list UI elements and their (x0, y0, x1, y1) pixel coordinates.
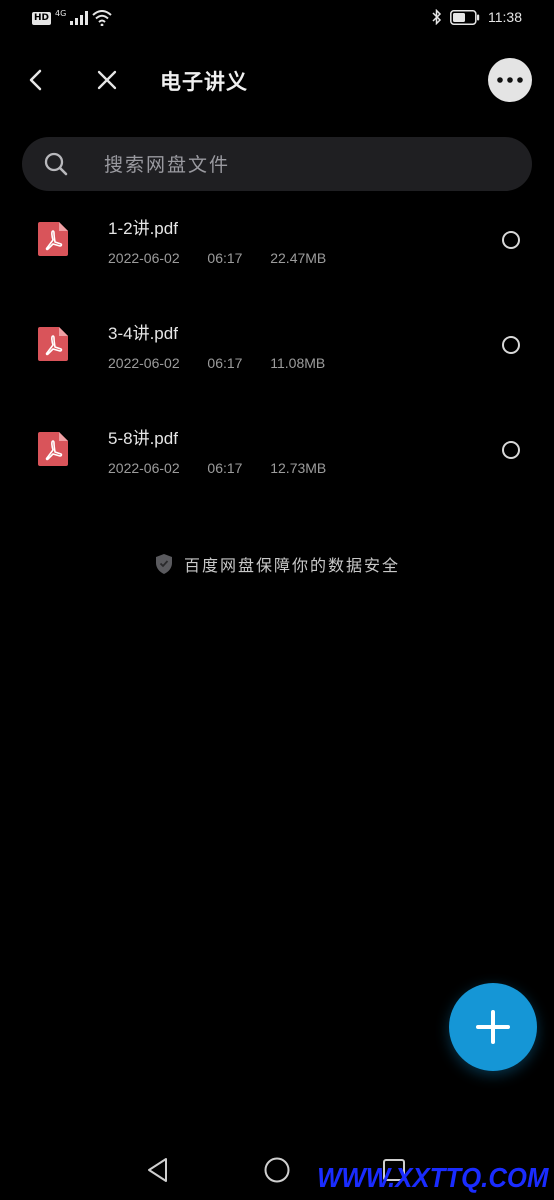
back-button[interactable] (18, 62, 54, 98)
security-note: 百度网盘保障你的数据安全 (0, 552, 554, 579)
search-icon (44, 152, 68, 176)
file-meta: 2022-06-02 06:17 11.08MB (108, 355, 325, 371)
wifi-icon (92, 10, 112, 26)
file-row[interactable]: 5-8讲.pdf 2022-06-02 06:17 12.73MB (0, 410, 554, 515)
file-time: 06:17 (207, 355, 243, 371)
network-type: 4G (55, 8, 67, 18)
more-button[interactable] (488, 58, 532, 102)
chevron-left-icon (29, 69, 42, 91)
plus-icon (476, 1010, 510, 1044)
status-bar: HD 4G 11:38 (0, 0, 554, 38)
hd-badge: HD (32, 11, 52, 25)
status-left: HD 4G (32, 8, 112, 26)
pdf-file-icon (38, 222, 68, 256)
file-date: 2022-06-02 (108, 460, 180, 476)
file-size: 12.73MB (270, 460, 327, 476)
file-name: 3-4讲.pdf (108, 324, 178, 343)
page-title: 电子讲义 (160, 70, 248, 94)
close-button[interactable] (89, 62, 125, 98)
select-radio[interactable] (502, 441, 520, 459)
bluetooth-icon (432, 9, 442, 25)
pdf-file-icon (38, 327, 68, 361)
file-list: 1-2讲.pdf 2022-06-02 06:17 22.47MB 3-4讲.p… (0, 200, 554, 515)
top-app-bar: 电子讲义 (0, 50, 554, 110)
shield-icon (155, 554, 172, 574)
close-icon (97, 70, 117, 90)
file-name: 5-8讲.pdf (108, 429, 178, 448)
file-size: 22.47MB (270, 250, 327, 266)
file-time: 06:17 (207, 460, 243, 476)
status-time: 11:38 (488, 9, 522, 25)
select-radio[interactable] (502, 231, 520, 249)
file-meta: 2022-06-02 06:17 12.73MB (108, 460, 326, 476)
triangle-back-icon (148, 1158, 167, 1182)
file-size: 11.08MB (270, 355, 326, 371)
file-row[interactable]: 3-4讲.pdf 2022-06-02 06:17 11.08MB (0, 305, 554, 410)
status-right: 11:38 (432, 9, 522, 25)
pdf-file-icon (38, 432, 68, 466)
search-bar[interactable] (22, 137, 532, 191)
circle-home-icon (264, 1157, 290, 1183)
file-date: 2022-06-02 (108, 355, 180, 371)
search-input[interactable] (102, 145, 506, 185)
battery-icon (450, 9, 480, 25)
nav-home-button[interactable] (257, 1152, 297, 1188)
file-date: 2022-06-02 (108, 250, 180, 266)
file-meta: 2022-06-02 06:17 22.47MB (108, 250, 326, 266)
file-row[interactable]: 1-2讲.pdf 2022-06-02 06:17 22.47MB (0, 200, 554, 305)
file-time: 06:17 (207, 250, 243, 266)
security-text: 百度网盘保障你的数据安全 (183, 556, 400, 575)
signal-icon (70, 11, 89, 25)
more-horizontal-icon (497, 77, 523, 83)
add-fab-button[interactable] (449, 983, 537, 1071)
nav-back-button[interactable] (138, 1152, 178, 1188)
select-radio[interactable] (502, 336, 520, 354)
watermark-text: WWW.XXTTQ.COM (316, 1162, 548, 1193)
file-name: 1-2讲.pdf (108, 219, 178, 238)
